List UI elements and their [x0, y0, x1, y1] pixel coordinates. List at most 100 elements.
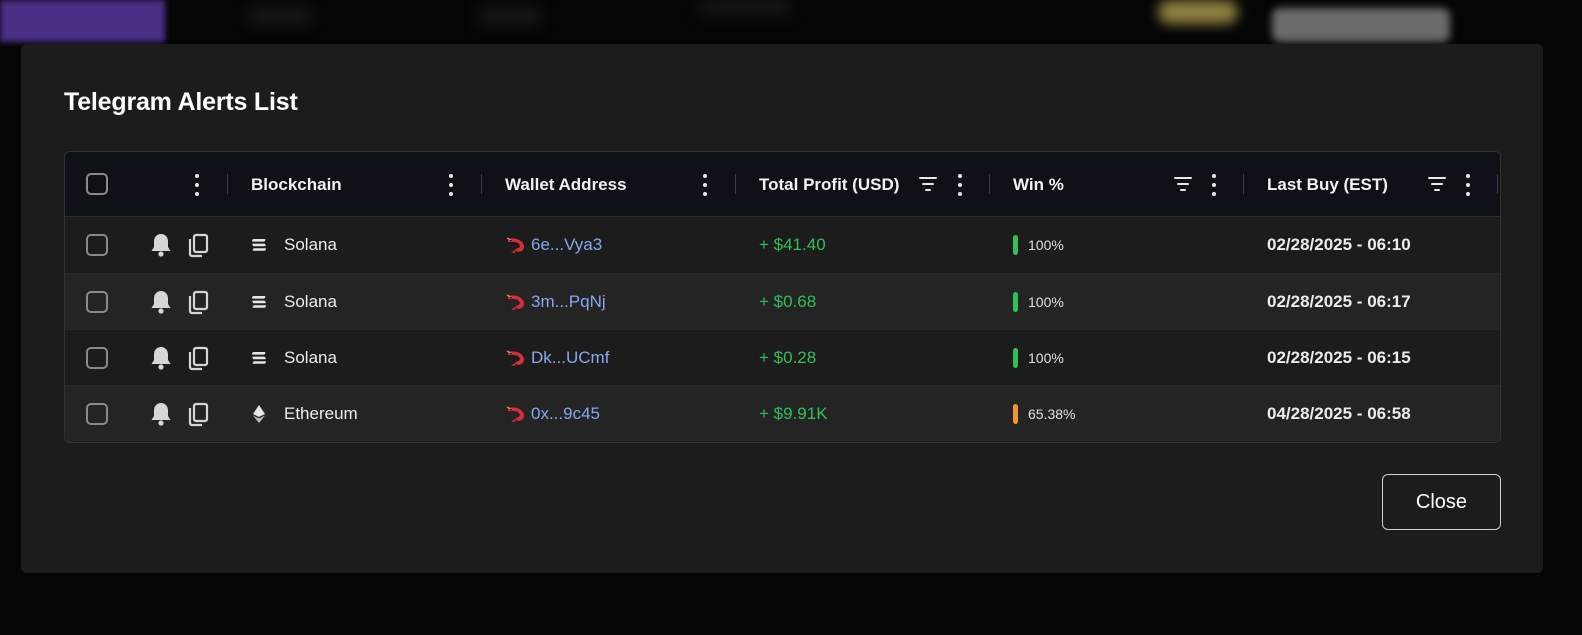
- last-buy-cell: 02/28/2025 - 06:10: [1267, 217, 1411, 273]
- table-row[interactable]: Solana 3m...PqNj + $0.68 100% 02/28/2025…: [65, 273, 1500, 329]
- blockchain-cell: Solana: [251, 274, 337, 330]
- copy-icon[interactable]: [186, 386, 210, 442]
- bell-icon[interactable]: [149, 274, 173, 330]
- background-highlight: [1158, 0, 1238, 24]
- solana-icon: [251, 295, 267, 309]
- last-buy-value: 02/28/2025 - 06:15: [1267, 348, 1411, 367]
- table-row[interactable]: Solana Dk...UCmf + $0.28 100% 02/28/2025…: [65, 329, 1500, 385]
- table-header: Blockchain Wallet Address Total Profit (…: [65, 152, 1500, 217]
- table-row[interactable]: Solana 6e...Vya3 + $41.40 100% 02/28/202…: [65, 217, 1500, 273]
- profit-cell: + $0.68: [759, 274, 816, 330]
- background-button: [1272, 8, 1450, 42]
- profit-cell: + $0.28: [759, 330, 816, 386]
- modal-title: Telegram Alerts List: [64, 88, 298, 116]
- table-body: Solana 6e...Vya3 + $41.40 100% 02/28/202…: [65, 217, 1500, 441]
- blockchain-name: Solana: [284, 292, 337, 311]
- column-header-blockchain[interactable]: Blockchain: [251, 152, 342, 217]
- row-checkbox[interactable]: [86, 403, 108, 425]
- table-row[interactable]: Ethereum 0x...9c45 + $9.91K 65.38% 04/28…: [65, 385, 1500, 441]
- win-rate-indicator: [1013, 348, 1018, 368]
- shrimp-icon: [505, 405, 527, 423]
- last-buy-value: 04/28/2025 - 06:58: [1267, 404, 1411, 423]
- solana-icon: [251, 351, 267, 365]
- ethereum-icon: [251, 405, 267, 423]
- win-rate-indicator: [1013, 404, 1018, 424]
- last-buy-filter-icon[interactable]: [1427, 176, 1447, 192]
- row-checkbox[interactable]: [86, 234, 108, 256]
- background-nav-item: [480, 8, 540, 24]
- win-cell: 100%: [1013, 217, 1064, 273]
- copy-icon[interactable]: [186, 274, 210, 330]
- column-separator: [227, 174, 228, 194]
- wallet-address-link[interactable]: 3m...PqNj: [531, 292, 606, 312]
- wallet-cell[interactable]: Dk...UCmf: [505, 330, 609, 386]
- copy-icon[interactable]: [186, 217, 210, 273]
- wallet-cell[interactable]: 6e...Vya3: [505, 217, 602, 273]
- bell-icon[interactable]: [149, 217, 173, 273]
- total-profit-value: + $0.28: [759, 348, 817, 367]
- blockchain-cell: Ethereum: [251, 386, 358, 442]
- win-cell: 100%: [1013, 274, 1064, 330]
- wallet-cell[interactable]: 0x...9c45: [505, 386, 600, 442]
- win-percent-value: 100%: [1028, 350, 1064, 366]
- last-buy-value: 02/28/2025 - 06:17: [1267, 292, 1411, 311]
- total-profit-value: + $0.68: [759, 292, 817, 311]
- solana-icon: [251, 238, 267, 252]
- last-buy-cell: 04/28/2025 - 06:58: [1267, 386, 1411, 442]
- win-filter-icon[interactable]: [1173, 176, 1193, 192]
- actions-column-menu-icon[interactable]: [191, 172, 203, 198]
- row-checkbox[interactable]: [86, 291, 108, 313]
- row-checkbox[interactable]: [86, 347, 108, 369]
- last-buy-cell: 02/28/2025 - 06:17: [1267, 274, 1411, 330]
- win-percent-value: 100%: [1028, 294, 1064, 310]
- win-rate-indicator: [1013, 292, 1018, 312]
- win-percent-value: 65.38%: [1028, 406, 1076, 422]
- last-buy-value: 02/28/2025 - 06:10: [1267, 235, 1411, 254]
- column-header-win-percent[interactable]: Win %: [1013, 152, 1064, 217]
- last-buy-column-menu-icon[interactable]: [1462, 172, 1474, 198]
- win-cell: 65.38%: [1013, 386, 1075, 442]
- profit-cell: + $9.91K: [759, 386, 828, 442]
- select-all-checkbox[interactable]: [86, 173, 108, 195]
- wallet-address-link[interactable]: 0x...9c45: [531, 404, 600, 424]
- background-logo-area: [0, 0, 165, 42]
- win-rate-indicator: [1013, 235, 1018, 255]
- wallet-column-menu-icon[interactable]: [699, 172, 711, 198]
- bell-icon[interactable]: [149, 330, 173, 386]
- wallet-cell[interactable]: 3m...PqNj: [505, 274, 606, 330]
- total-profit-value: + $9.91K: [759, 404, 828, 423]
- column-header-wallet-address[interactable]: Wallet Address: [505, 152, 627, 217]
- wallet-address-link[interactable]: Dk...UCmf: [531, 348, 609, 368]
- alerts-table: Blockchain Wallet Address Total Profit (…: [64, 151, 1501, 443]
- copy-icon[interactable]: [186, 330, 210, 386]
- win-column-menu-icon[interactable]: [1208, 172, 1220, 198]
- bell-icon[interactable]: [149, 386, 173, 442]
- total-profit-value: + $41.40: [759, 235, 826, 254]
- blockchain-name: Ethereum: [284, 404, 358, 423]
- win-cell: 100%: [1013, 330, 1064, 386]
- win-percent-value: 100%: [1028, 237, 1064, 253]
- column-header-last-buy[interactable]: Last Buy (EST): [1267, 152, 1388, 217]
- column-separator: [735, 174, 736, 194]
- column-separator: [1243, 174, 1244, 194]
- blockchain-cell: Solana: [251, 330, 337, 386]
- background-nav-item: [700, 0, 790, 14]
- profit-column-menu-icon[interactable]: [954, 172, 966, 198]
- shrimp-icon: [505, 293, 527, 311]
- column-separator: [1497, 174, 1498, 194]
- profit-filter-icon[interactable]: [918, 176, 938, 192]
- last-buy-cell: 02/28/2025 - 06:15: [1267, 330, 1411, 386]
- shrimp-icon: [505, 236, 527, 254]
- telegram-alerts-modal: Telegram Alerts List Blockchain Wallet A…: [21, 44, 1543, 573]
- profit-cell: + $41.40: [759, 217, 826, 273]
- wallet-address-link[interactable]: 6e...Vya3: [531, 235, 602, 255]
- column-separator: [481, 174, 482, 194]
- blockchain-cell: Solana: [251, 217, 337, 273]
- close-button[interactable]: Close: [1382, 474, 1501, 530]
- background-nav-item: [250, 8, 310, 24]
- column-header-total-profit[interactable]: Total Profit (USD): [759, 152, 899, 217]
- column-separator: [989, 174, 990, 194]
- blockchain-name: Solana: [284, 235, 337, 254]
- blockchain-column-menu-icon[interactable]: [445, 172, 457, 198]
- blockchain-name: Solana: [284, 348, 337, 367]
